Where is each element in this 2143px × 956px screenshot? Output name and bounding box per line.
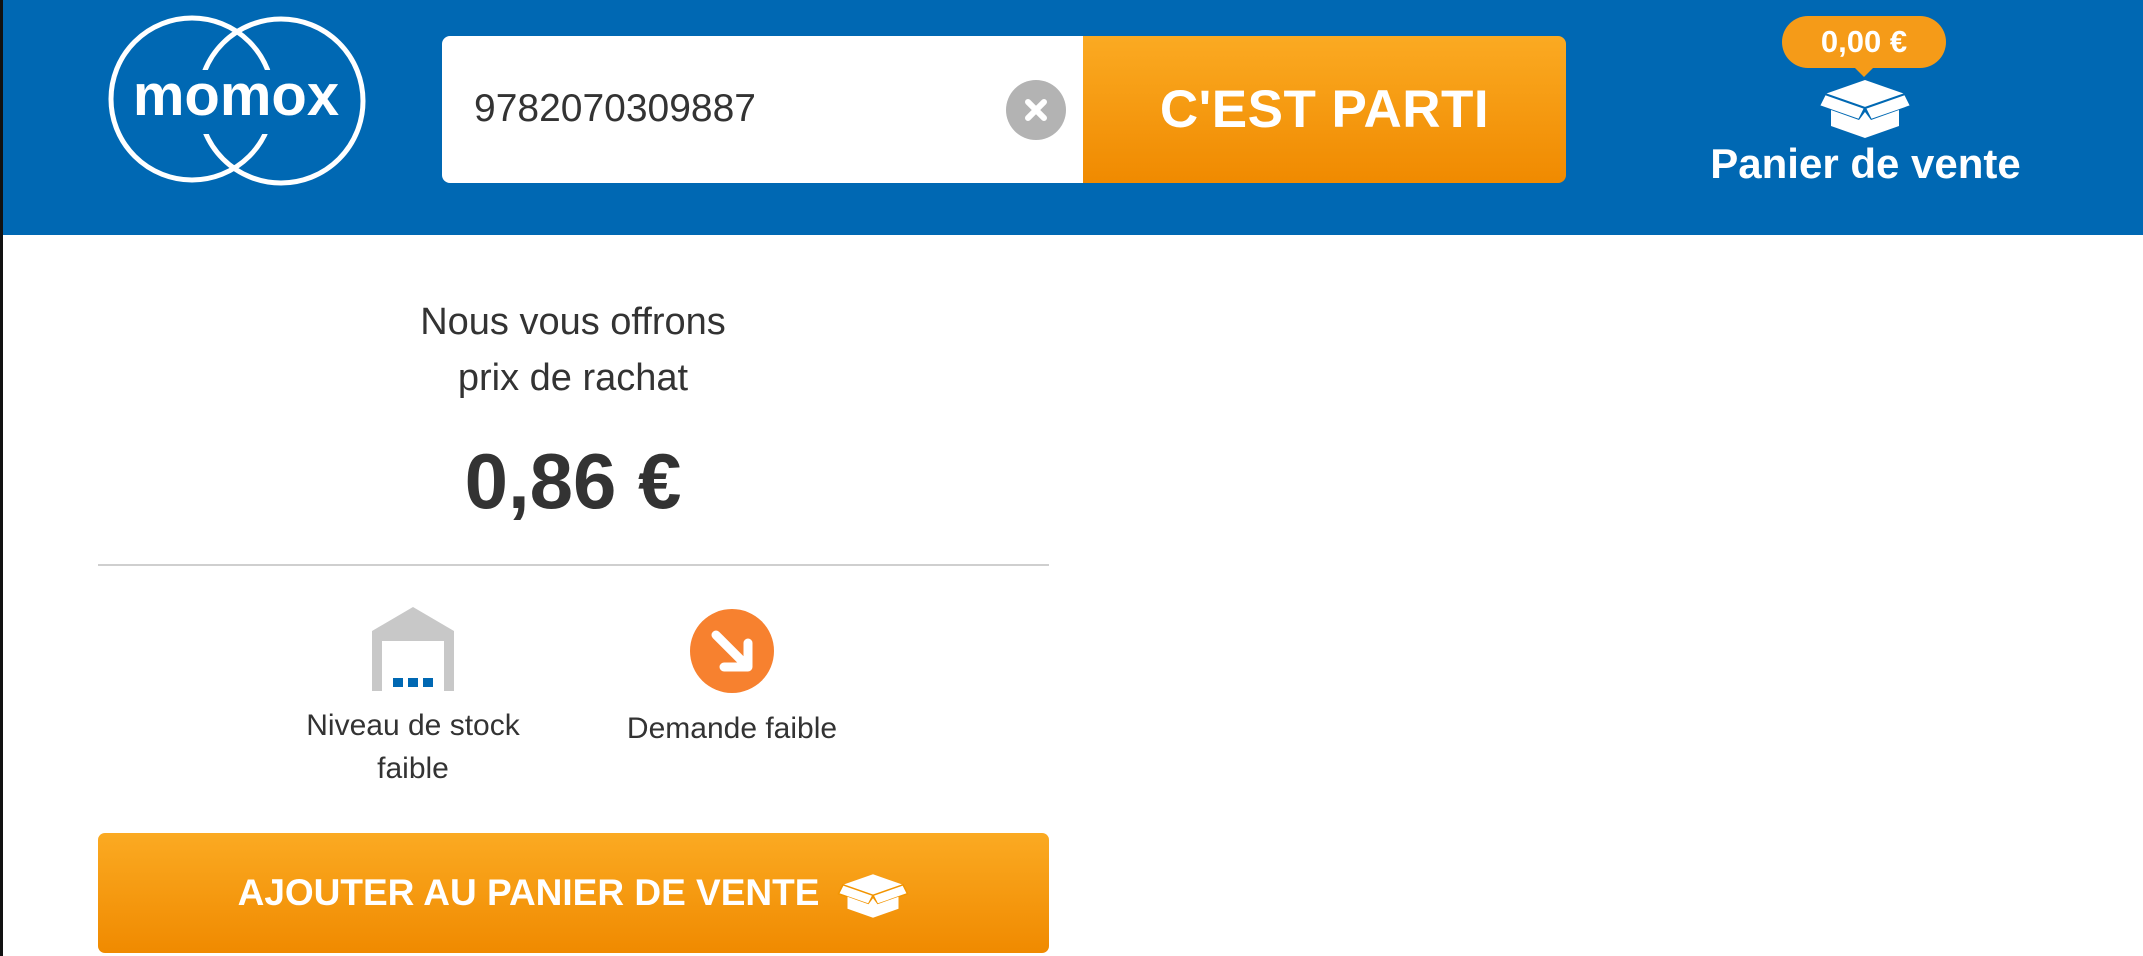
sales-cart[interactable]: 0,00 € Panier de vente (1703, 14, 2028, 199)
divider (98, 564, 1049, 566)
arrow-down-right-icon (690, 609, 774, 693)
logo-text: momox (133, 63, 339, 128)
offer-price: 0,86 € (464, 437, 682, 525)
stock-level-indicator: Niveau de stock faible (293, 607, 533, 790)
box-icon (1817, 72, 1913, 138)
search-input[interactable] (474, 72, 1014, 146)
search-submit-button[interactable]: C'EST PARTI (1083, 36, 1566, 183)
warehouse-icon (372, 607, 454, 691)
add-to-cart-label: AJOUTER AU PANIER DE VENTE (237, 872, 820, 913)
cart-label: Panier de vente (1710, 140, 2021, 187)
offer-intro-line-2: prix de rachat (457, 357, 689, 399)
demand-indicator: Demande faible (603, 609, 861, 750)
offer-intro-line-1: Nous vous offrons (420, 301, 726, 343)
box-icon (837, 868, 909, 918)
add-to-cart-button[interactable]: AJOUTER AU PANIER DE VENTE (98, 833, 1049, 953)
momox-logo[interactable]: momox (104, 15, 368, 187)
offer-intro: Nous vous offrons prix de rachat (98, 294, 1048, 406)
stock-level-label: Niveau de stock faible (306, 709, 520, 785)
page: momox C'EST PARTI 0,00 € (0, 0, 2143, 956)
site-header: momox C'EST PARTI 0,00 € (3, 0, 2143, 235)
search-box (442, 36, 1084, 183)
close-icon (1025, 99, 1047, 121)
cart-total-badge: 0,00 € (1782, 16, 1946, 68)
demand-label: Demande faible (626, 712, 838, 745)
clear-search-button[interactable] (1006, 80, 1066, 140)
